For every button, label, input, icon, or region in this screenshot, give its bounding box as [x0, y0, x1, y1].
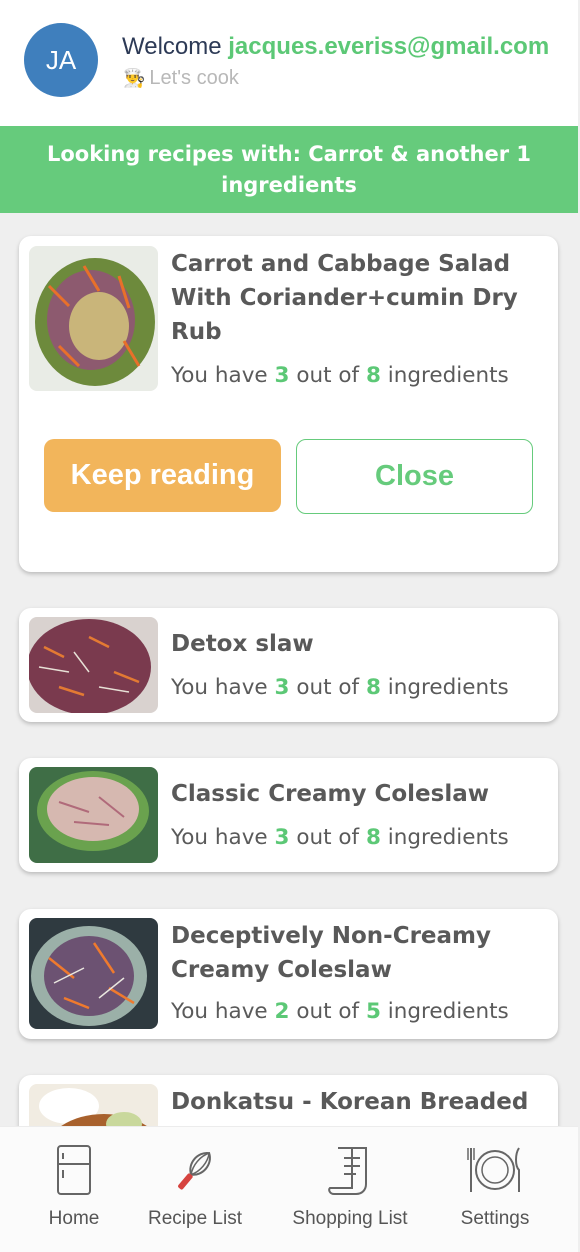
app-header: JA Welcome jacques.everiss@gmail.com 👨‍🍳…	[0, 0, 578, 126]
nav-item-recipe-list[interactable]: Recipe List	[140, 1127, 250, 1252]
banner-text: Looking recipes with: Carrot & another 1…	[46, 141, 532, 197]
welcome-prefix: Welcome	[122, 33, 222, 60]
nav-item-home[interactable]: Home	[36, 1127, 112, 1252]
fridge-icon	[57, 1145, 91, 1195]
avatar[interactable]: JA	[24, 23, 98, 97]
recipe-card-expanded[interactable]: Carrot and Cabbage Salad With Coriander+…	[19, 236, 558, 572]
nav-label: Recipe List	[148, 1208, 242, 1229]
recipe-image	[29, 246, 158, 391]
nav-item-settings[interactable]: Settings	[448, 1127, 542, 1252]
ingredient-count: You have 3 out of 8 ingredients	[171, 675, 509, 700]
nav-label: Shopping List	[292, 1208, 408, 1229]
search-banner: Looking recipes with: Carrot & another 1…	[0, 126, 578, 213]
ingredient-count: You have 3 out of 8 ingredients	[171, 825, 509, 850]
recipe-image	[29, 617, 158, 713]
ingredient-count: You have 3 out of 8 ingredients	[171, 363, 509, 388]
recipe-card[interactable]: Detox slaw You have 3 out of 8 ingredien…	[19, 608, 558, 722]
recipe-title: Donkatsu - Korean Breaded	[171, 1089, 529, 1115]
recipe-image	[29, 918, 158, 1029]
recipe-title: Classic Creamy Coleslaw	[171, 781, 490, 807]
chef-icon: 👨‍🍳	[123, 68, 146, 88]
ingredient-count: You have 2 out of 5 ingredients	[171, 999, 509, 1024]
welcome-line: Welcome jacques.everiss@gmail.com	[122, 33, 549, 61]
nav-label: Settings	[460, 1208, 530, 1229]
recipe-card[interactable]: Classic Creamy Coleslaw You have 3 out o…	[19, 758, 558, 872]
subtitle: 👨‍🍳 Let's cook	[123, 67, 239, 90]
close-button[interactable]: Close	[296, 439, 533, 514]
bottom-navigation: Home Recipe List Shopping List Settings	[0, 1126, 578, 1252]
whisk-icon	[178, 1152, 211, 1190]
avatar-initials: JA	[45, 44, 77, 75]
recipe-title: Deceptively Non-Creamy Creamy Coleslaw	[171, 923, 492, 983]
subtitle-text: Let's cook	[149, 67, 239, 89]
receipt-icon	[328, 1147, 367, 1195]
nav-item-shopping-list[interactable]: Shopping List	[285, 1127, 415, 1252]
recipe-title: Detox slaw	[171, 631, 314, 657]
user-email: jacques.everiss@gmail.com	[228, 33, 550, 60]
nav-label: Home	[48, 1208, 100, 1229]
recipe-title: Carrot and Cabbage Salad With Coriander+…	[171, 251, 518, 345]
plate-cutlery-icon	[467, 1147, 520, 1192]
recipe-image	[29, 767, 158, 863]
recipe-card[interactable]: Deceptively Non-Creamy Creamy Coleslaw Y…	[19, 909, 558, 1039]
keep-reading-button[interactable]: Keep reading	[44, 439, 281, 512]
